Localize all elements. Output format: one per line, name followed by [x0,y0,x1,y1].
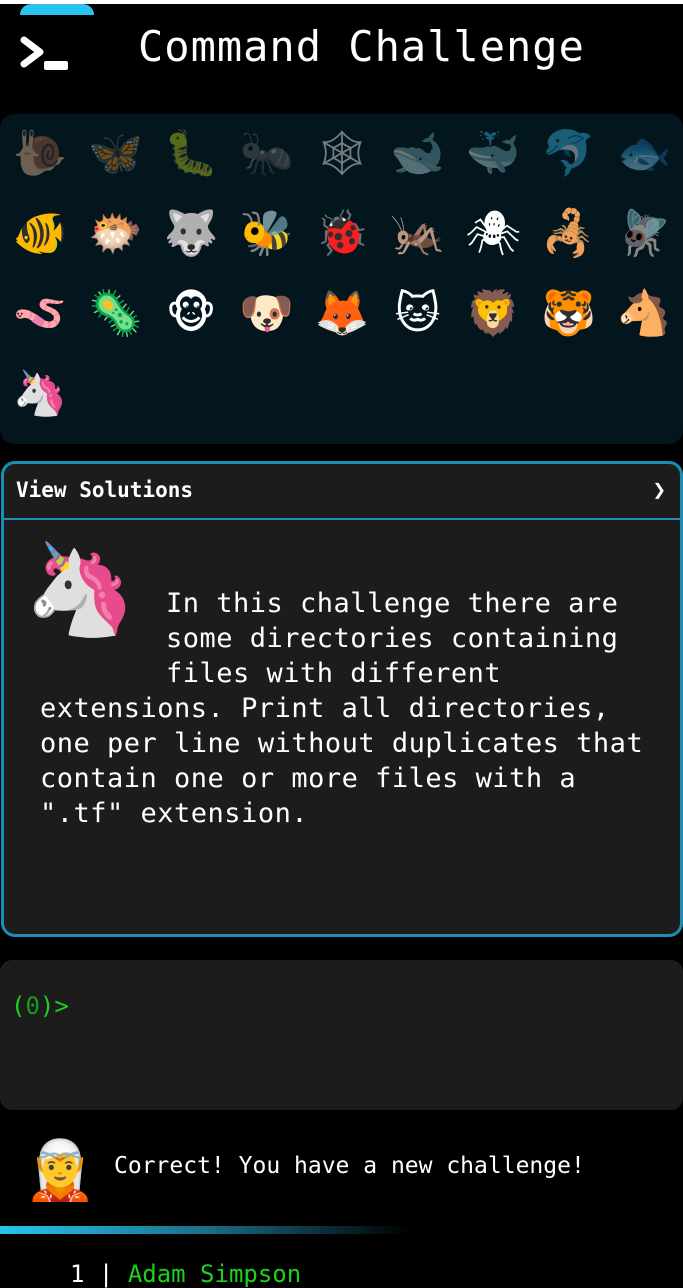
fox-icon[interactable]: 🦊 [304,274,380,354]
blowfish-icon[interactable]: 🐡 [78,194,154,274]
solutions-panel: View Solutions ❯ 🦄 In this challenge the… [1,461,683,937]
horse-icon[interactable]: 🐴 [606,274,682,354]
whale-icon[interactable]: 🐋 [380,114,456,194]
divider-bar [0,1226,410,1234]
terminal-prompt-icon[interactable] [18,34,70,74]
view-solutions-label: View Solutions [16,478,194,502]
spider-web-icon[interactable]: 🕸 [304,114,380,194]
ladybug-icon[interactable]: 🐞 [304,194,380,274]
fly-icon[interactable]: 🪰 [606,194,682,274]
spouting-whale-icon[interactable]: 🐳 [455,114,531,194]
cricket-icon[interactable]: 🦗 [380,194,456,274]
worm-icon[interactable]: 🪱 [2,274,78,354]
challenge-grid: 🐌 🦋 🐛 🐜 🕸 🐋 🐳 🐬 🐟 🐠 🐡 🐺 🐝 🐞 🦗 🕷 🦂 🪰 🪱 🦠 🐵 🐶 🦊 🐱 🦁 🐯 🐴 🦄 [0,114,683,444]
wolf-icon[interactable]: 🐺 [153,194,229,274]
challenge-description: In this challenge there are some directo… [40,586,650,831]
status-message: Correct! You have a new challenge! [114,1153,585,1179]
prompt-open: ( [11,992,26,1020]
microbe-icon[interactable]: 🦠 [78,274,154,354]
dog-icon[interactable]: 🐶 [229,274,305,354]
snail-icon[interactable]: 🐌 [2,114,78,194]
leaderboard-rank: 1 [70,1260,85,1288]
leaderboard-name[interactable]: Adam Simpson [128,1260,301,1288]
terminal-input[interactable]: (0)> [0,960,683,1110]
prompt-count: 0 [25,992,40,1020]
tiger-icon[interactable]: 🐯 [531,274,607,354]
tab-indicator [20,4,94,15]
bee-icon[interactable]: 🐝 [229,194,305,274]
dolphin-icon[interactable]: 🐬 [531,114,607,194]
unicorn-icon[interactable]: 🦄 [2,354,78,434]
top-border [0,0,683,4]
chevron-right-icon: ❯ [652,478,666,503]
scorpion-icon[interactable]: 🦂 [531,194,607,274]
caterpillar-icon[interactable]: 🐛 [153,114,229,194]
lion-icon[interactable]: 🦁 [455,274,531,354]
prompt: (0)> [11,992,69,1020]
spider-icon[interactable]: 🕷 [455,194,531,274]
butterfly-icon[interactable]: 🦋 [78,114,154,194]
prompt-close: )> [39,992,69,1020]
elf-avatar-icon: 🧝 [24,1136,97,1204]
monkey-icon[interactable]: 🐵 [153,274,229,354]
view-solutions-toggle[interactable]: View Solutions ❯ [4,464,680,520]
tropical-fish-icon[interactable]: 🐠 [2,194,78,274]
ant-icon[interactable]: 🐜 [229,114,305,194]
page-title: Command Challenge [138,22,585,71]
fish-icon[interactable]: 🐟 [606,114,682,194]
cat-icon[interactable]: 🐱 [380,274,456,354]
leaderboard-row: 1 | Adam Simpson [70,1260,302,1288]
